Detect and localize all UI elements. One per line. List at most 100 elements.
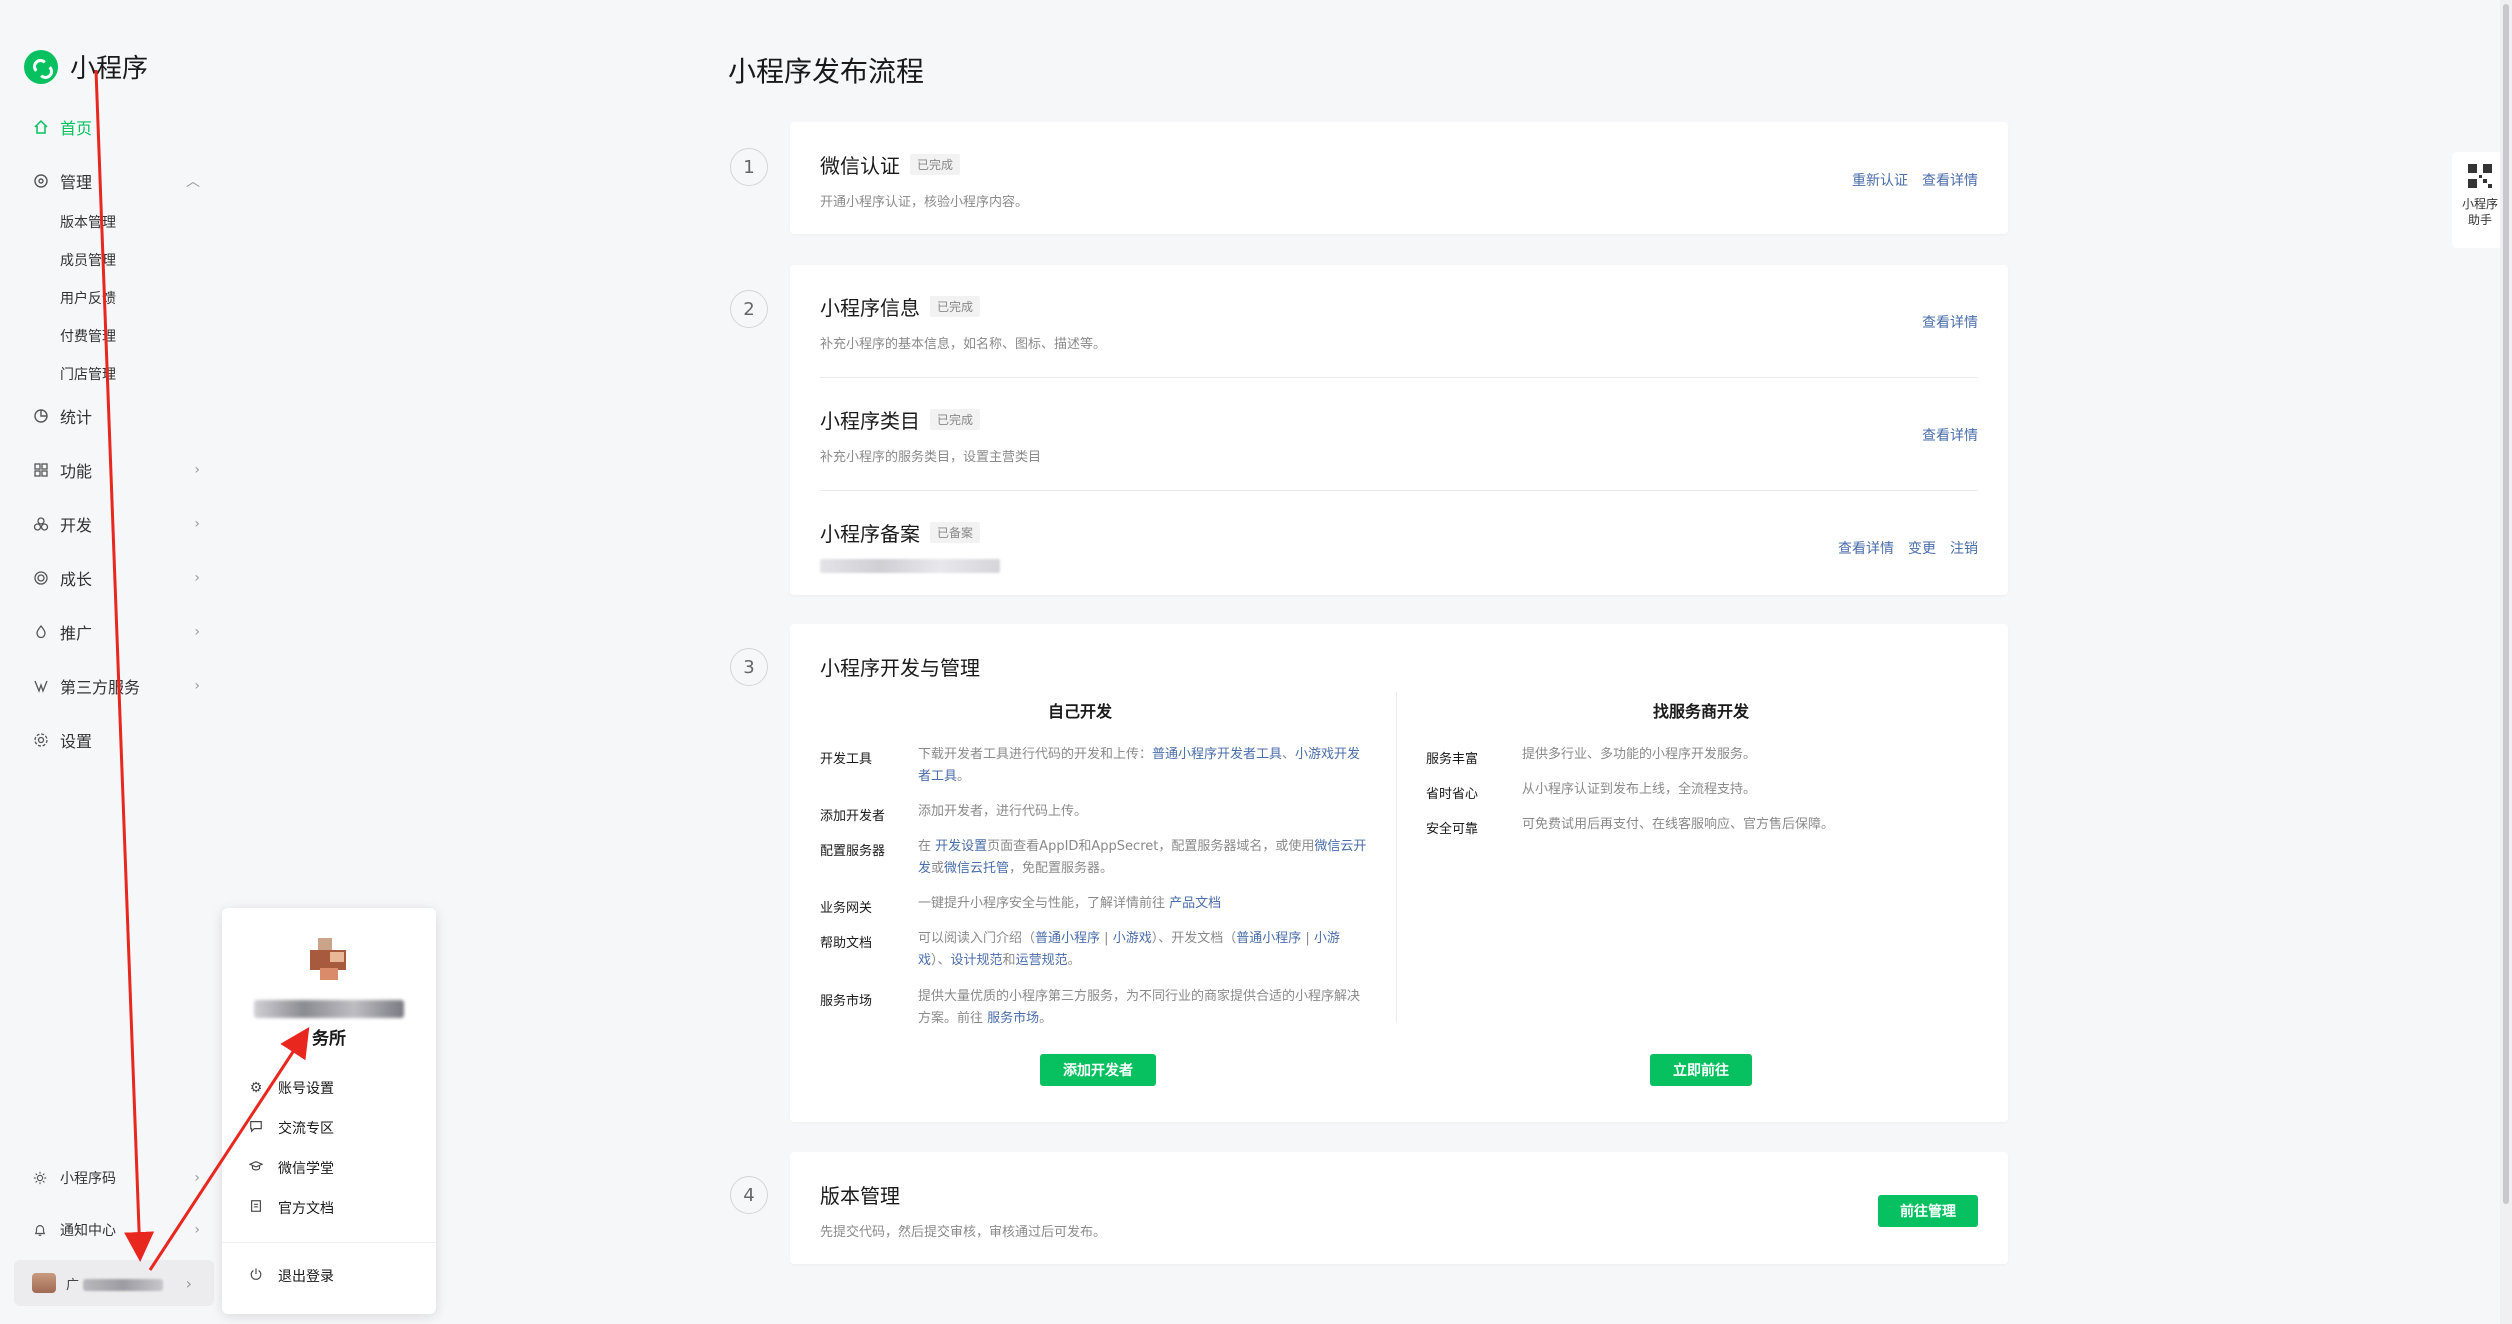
intro-minigame-link[interactable]: 小游戏: [1113, 931, 1152, 946]
scrollbar[interactable]: [2500, 0, 2512, 1324]
sidebar: 小程序 首页 管理 ︿ 版本管理 成员管理 用户反馈 付费管理 门店管理 统计 …: [0, 0, 220, 1324]
app-logo[interactable]: 小程序: [24, 48, 148, 85]
dev-icon: [32, 515, 50, 533]
view-details-link[interactable]: 查看详情: [1922, 425, 1978, 445]
change-link[interactable]: 变更: [1908, 538, 1936, 558]
sidebar-item-third-party[interactable]: 第三方服务 ›: [32, 674, 200, 698]
sidebar-subitem-version[interactable]: 版本管理: [60, 212, 116, 232]
row-text: 提供多行业、多功能的小程序开发服务。: [1522, 747, 1757, 762]
chevron-right-icon: ›: [194, 678, 200, 694]
go-now-button[interactable]: 立即前往: [1650, 1054, 1752, 1086]
cloud-hosting-link[interactable]: 微信云托管: [944, 861, 1009, 876]
sidebar-item-promo[interactable]: 推广 ›: [32, 620, 200, 644]
account-settings-item[interactable]: ⚙ 账号设置: [248, 1078, 334, 1098]
info-section: 小程序信息 已完成 补充小程序的基本信息，如名称、图标、描述等。 查看详情: [820, 292, 1978, 352]
section-description: 先提交代码，然后提交审核，审核通过后可发布。: [820, 1225, 1107, 1240]
row-label: 省时省心: [1426, 787, 1479, 802]
sidebar-item-label: 第三方服务: [60, 678, 141, 697]
stats-icon: [32, 407, 50, 425]
official-docs-item[interactable]: 官方文档: [248, 1198, 334, 1218]
add-developer-button[interactable]: 添加开发者: [1040, 1054, 1156, 1086]
manage-icon: [32, 172, 50, 190]
vendor-dev-heading: 找服务商开发: [1652, 702, 1749, 721]
design-spec-link[interactable]: 设计规范: [951, 953, 1003, 968]
dev-settings-link[interactable]: 开发设置: [935, 839, 987, 854]
document-icon: [248, 1199, 264, 1217]
row-label: 配置服务器: [820, 844, 886, 859]
menu-item-label: 官方文档: [278, 1201, 334, 1217]
category-section: 小程序类目 已完成 补充小程序的服务类目，设置主营类目 查看详情: [820, 405, 1978, 465]
account-name: 务所: [312, 1029, 346, 1049]
sidebar-item-growth[interactable]: 成长 ›: [32, 566, 200, 590]
step-card-development: 小程序开发与管理 自己开发 找服务商开发 开发工具 下载开发者工具进行代码的开发…: [790, 624, 2008, 1122]
view-details-link[interactable]: 查看详情: [1922, 312, 1978, 332]
logout-item[interactable]: 退出登录: [248, 1266, 334, 1286]
view-details-link[interactable]: 查看详情: [1922, 170, 1978, 190]
view-details-link[interactable]: 查看详情: [1838, 538, 1894, 558]
sidebar-subitem-store[interactable]: 门店管理: [60, 364, 116, 384]
sidebar-subitem-members[interactable]: 成员管理: [60, 250, 116, 270]
avatar: [306, 938, 356, 988]
sidebar-item-label: 统计: [60, 408, 93, 427]
sidebar-item-label: 小程序码: [60, 1171, 116, 1187]
menu-item-label: 退出登录: [278, 1269, 334, 1285]
chevron-right-icon: ›: [194, 570, 200, 586]
development-section: 小程序开发与管理: [820, 652, 1978, 681]
row-label: 添加开发者: [820, 809, 886, 824]
sidebar-item-feature[interactable]: 功能 ›: [32, 458, 200, 482]
dev-tool-link[interactable]: 普通小程序开发者工具: [1152, 747, 1282, 762]
qrcode-icon: [2468, 164, 2492, 188]
sidebar-item-stats[interactable]: 统计: [32, 404, 200, 428]
section-description: 开通小程序认证，核验小程序内容。: [820, 195, 1029, 210]
sidebar-item-settings[interactable]: 设置: [32, 728, 200, 752]
feature-icon: [32, 461, 50, 479]
app-name: 小程序: [70, 54, 149, 84]
status-badge: 已完成: [930, 409, 981, 430]
sidebar-item-manage[interactable]: 管理 ︿: [32, 169, 200, 193]
row-text: 提供大量优质的小程序第三方服务，为不同行业的商家提供合适的小程序解决方案。前往 …: [918, 989, 1361, 1026]
scrollbar-thumb[interactable]: [2503, 4, 2509, 1204]
wechat-academy-item[interactable]: 微信学堂: [248, 1158, 334, 1178]
go-manage-button[interactable]: 前往管理: [1878, 1195, 1978, 1227]
sidebar-item-qrcode[interactable]: 小程序码 ›: [32, 1168, 200, 1188]
certification-section: 微信认证 已完成 开通小程序认证，核验小程序内容。 重新认证 查看详情: [820, 150, 1978, 210]
avatar: [32, 1273, 56, 1293]
chevron-up-icon: ︿: [186, 174, 200, 190]
step-number: 1: [730, 148, 768, 186]
section-title: 版本管理: [820, 1184, 900, 1208]
power-icon: [248, 1267, 264, 1285]
sidebar-item-dev[interactable]: 开发 ›: [32, 512, 200, 536]
section-title: 小程序备案: [820, 522, 920, 546]
chevron-right-icon: ›: [194, 462, 200, 478]
divider: [222, 1242, 436, 1243]
community-item[interactable]: 交流专区: [248, 1118, 334, 1138]
product-docs-link[interactable]: 产品文档: [1169, 896, 1221, 911]
sidebar-item-home[interactable]: 首页: [32, 115, 200, 139]
step-card-certification: 微信认证 已完成 开通小程序认证，核验小程序内容。 重新认证 查看详情: [790, 122, 2008, 234]
chevron-right-icon: ›: [194, 1170, 200, 1186]
account-popup: 务所 ⚙ 账号设置 交流专区 微信学堂 官方文档 退出登录: [222, 908, 436, 1314]
step-card-version: 版本管理 先提交代码，然后提交审核，审核通过后可发布。 前往管理: [790, 1152, 2008, 1264]
intro-miniprogram-link[interactable]: 普通小程序: [1035, 931, 1100, 946]
status-badge: 已完成: [910, 154, 961, 175]
version-section: 版本管理 先提交代码，然后提交审核，审核通过后可发布。: [820, 1180, 1978, 1240]
sidebar-item-label: 通知中心: [60, 1223, 116, 1239]
recertify-link[interactable]: 重新认证: [1852, 170, 1908, 190]
menu-item-label: 账号设置: [278, 1081, 334, 1097]
row-text: 添加开发者，进行代码上传。: [918, 804, 1088, 819]
chevron-right-icon: ›: [194, 624, 200, 640]
divider: [820, 490, 1978, 491]
account-switcher[interactable]: 广 ›: [14, 1260, 214, 1306]
sidebar-item-notify[interactable]: 通知中心 ›: [32, 1220, 200, 1240]
cancel-link[interactable]: 注销: [1950, 538, 1978, 558]
step-card-info: 小程序信息 已完成 补充小程序的基本信息，如名称、图标、描述等。 查看详情 小程…: [790, 265, 2008, 595]
filing-number-blurred: [820, 559, 1000, 573]
service-market-link[interactable]: 服务市场: [987, 1011, 1039, 1026]
row-label: 服务市场: [820, 994, 873, 1009]
miniprogram-logo-icon: [24, 49, 58, 84]
ops-spec-link[interactable]: 运营规范: [1016, 953, 1068, 968]
docs-miniprogram-link[interactable]: 普通小程序: [1236, 931, 1301, 946]
sidebar-item-label: 成长: [60, 570, 93, 589]
sidebar-subitem-feedback[interactable]: 用户反馈: [60, 288, 116, 308]
sidebar-subitem-payment[interactable]: 付费管理: [60, 326, 116, 346]
